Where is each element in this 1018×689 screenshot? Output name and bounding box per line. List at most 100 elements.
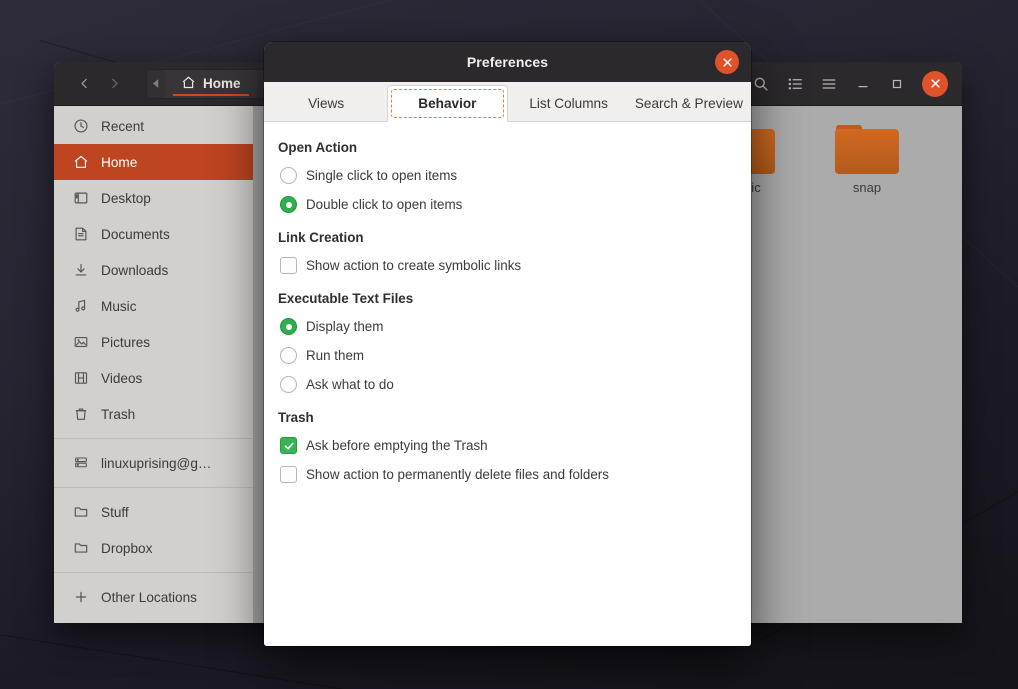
group-title: Link Creation [264, 230, 751, 251]
option-single-click[interactable]: Single click to open items [264, 161, 751, 190]
option-show-permanent-delete[interactable]: Show action to permanently delete files … [264, 460, 751, 489]
minimize-button[interactable] [848, 69, 878, 99]
group-title: Trash [264, 410, 751, 431]
sidebar-item-label: Dropbox [101, 541, 152, 556]
sidebar-divider [54, 572, 253, 573]
sidebar-item-dropbox[interactable]: Dropbox [54, 530, 253, 566]
checkbox[interactable] [280, 437, 297, 454]
sidebar-divider [54, 487, 253, 488]
option-ask-what-to-do[interactable]: Ask what to do [264, 370, 751, 399]
trash-icon [72, 406, 89, 423]
radio-button[interactable] [280, 347, 297, 364]
breadcrumb: Home [146, 69, 276, 99]
back-button[interactable] [70, 70, 98, 98]
breadcrumb-scroll-left-icon[interactable] [147, 70, 165, 98]
option-run-them[interactable]: Run them [264, 341, 751, 370]
behavior-settings-panel: Open Action Single click to open items D… [264, 122, 751, 646]
option-show-symbolic-links[interactable]: Show action to create symbolic links [264, 251, 751, 280]
sidebar-item-label: Recent [101, 119, 144, 134]
sidebar-item-label: Desktop [101, 191, 151, 206]
home-icon [181, 75, 196, 93]
checkbox[interactable] [280, 466, 297, 483]
sidebar-item-network-server[interactable]: linuxuprising@g… [54, 445, 253, 481]
option-label: Run them [306, 348, 364, 363]
forward-button[interactable] [100, 70, 128, 98]
group-open-action: Open Action Single click to open items D… [264, 140, 751, 219]
tab-focus-ring [391, 89, 503, 118]
group-title: Executable Text Files [264, 291, 751, 312]
preferences-dialog: Preferences Views Behavior List Columns … [264, 42, 751, 646]
tab-behavior[interactable]: Behavior [387, 85, 507, 122]
tab-label: Search & Preview [635, 96, 743, 111]
sidebar-item-label: Documents [101, 227, 170, 242]
sidebar-item-documents[interactable]: Documents [54, 216, 253, 252]
radio-button[interactable] [280, 376, 297, 393]
close-button[interactable] [922, 71, 948, 97]
checkbox[interactable] [280, 257, 297, 274]
sidebar-item-label: Other Locations [101, 590, 197, 605]
breadcrumb-item-home[interactable]: Home [165, 70, 257, 98]
clock-icon [72, 118, 89, 135]
folder-icon [835, 122, 899, 174]
sidebar-item-label: Home [101, 155, 137, 170]
home-icon [72, 154, 89, 171]
sidebar-item-downloads[interactable]: Downloads [54, 252, 253, 288]
option-label: Double click to open items [306, 197, 462, 212]
sidebar-item-label: Stuff [101, 505, 129, 520]
radio-button[interactable] [280, 318, 297, 335]
maximize-button[interactable] [882, 69, 912, 99]
group-trash: Trash Ask before emptying the Trash Show… [264, 410, 751, 489]
tab-views[interactable]: Views [267, 85, 385, 121]
sidebar-item-label: Downloads [101, 263, 168, 278]
preferences-titlebar: Preferences [264, 42, 751, 82]
sidebar-item-other-locations[interactable]: Other Locations [54, 579, 253, 615]
option-display-them[interactable]: Display them [264, 312, 751, 341]
folder-label: snap [853, 180, 881, 195]
preferences-tab-bar: Views Behavior List Columns Search & Pre… [264, 82, 751, 122]
sidebar-item-label: Videos [101, 371, 142, 386]
sidebar-item-label: linuxuprising@g… [101, 456, 212, 471]
option-ask-before-emptying-trash[interactable]: Ask before emptying the Trash [264, 431, 751, 460]
tab-label: List Columns [529, 96, 608, 111]
option-label: Show action to create symbolic links [306, 258, 521, 273]
option-double-click[interactable]: Double click to open items [264, 190, 751, 219]
sidebar-item-home[interactable]: Home [54, 144, 253, 180]
music-note-icon [72, 298, 89, 315]
radio-button[interactable] [280, 196, 297, 213]
dialog-title: Preferences [467, 54, 548, 70]
dialog-close-button[interactable] [715, 50, 739, 74]
list-view-icon[interactable] [780, 69, 810, 99]
sidebar-item-label: Pictures [101, 335, 150, 350]
option-label: Display them [306, 319, 383, 334]
sidebar: Recent Home Desktop Documents [54, 106, 253, 623]
videos-icon [72, 370, 89, 387]
downloads-icon [72, 262, 89, 279]
sidebar-item-pictures[interactable]: Pictures [54, 324, 253, 360]
option-label: Ask what to do [306, 377, 394, 392]
radio-button[interactable] [280, 167, 297, 184]
sidebar-item-music[interactable]: Music [54, 288, 253, 324]
sidebar-item-label: Music [101, 299, 137, 314]
header-action-icons [746, 69, 956, 99]
folder-item-snap[interactable]: snap [819, 122, 915, 195]
tab-list-columns[interactable]: List Columns [510, 85, 628, 121]
sidebar-item-label: Trash [101, 407, 135, 422]
group-executable-text-files: Executable Text Files Display them Run t… [264, 291, 751, 399]
sidebar-item-recent[interactable]: Recent [54, 108, 253, 144]
option-label: Single click to open items [306, 168, 457, 183]
server-icon [72, 455, 89, 472]
sidebar-item-trash[interactable]: Trash [54, 396, 253, 432]
plus-icon [72, 589, 89, 606]
folder-icon [72, 540, 89, 557]
tab-label: Views [308, 96, 344, 111]
sidebar-item-videos[interactable]: Videos [54, 360, 253, 396]
option-label: Show action to permanently delete files … [306, 467, 609, 482]
pictures-icon [72, 334, 89, 351]
sidebar-item-desktop[interactable]: Desktop [54, 180, 253, 216]
tab-search-and-preview[interactable]: Search & Preview [630, 85, 748, 121]
sidebar-divider [54, 438, 253, 439]
hamburger-menu-icon[interactable] [814, 69, 844, 99]
group-link-creation: Link Creation Show action to create symb… [264, 230, 751, 280]
folder-icon [72, 504, 89, 521]
sidebar-item-stuff[interactable]: Stuff [54, 494, 253, 530]
